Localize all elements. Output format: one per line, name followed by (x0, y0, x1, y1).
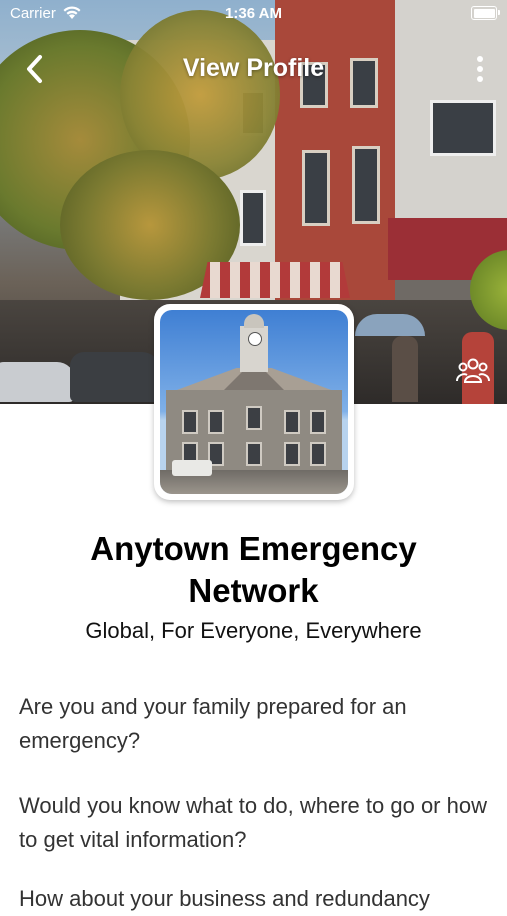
profile-avatar (154, 304, 354, 500)
profile-name: Anytown Emergency Network (0, 528, 507, 612)
page-title: View Profile (182, 54, 325, 82)
status-bar: Carrier 1:36 AM (0, 0, 507, 28)
group-icon[interactable] (456, 356, 490, 386)
battery-icon (471, 6, 500, 20)
profile-tagline: Global, For Everyone, Everywhere (85, 618, 422, 643)
description-paragraph: How about your business and redundancy (19, 886, 430, 911)
clock-time: 1:36 AM (225, 5, 282, 22)
profile-name-line2: Network (188, 572, 319, 609)
description-paragraph: Would you know what to do, where to go o… (19, 793, 487, 852)
profile-name-line1: Anytown Emergency (90, 530, 417, 567)
more-options-icon[interactable] (466, 54, 494, 86)
description-paragraph: Are you and your family prepared for an … (19, 694, 407, 753)
